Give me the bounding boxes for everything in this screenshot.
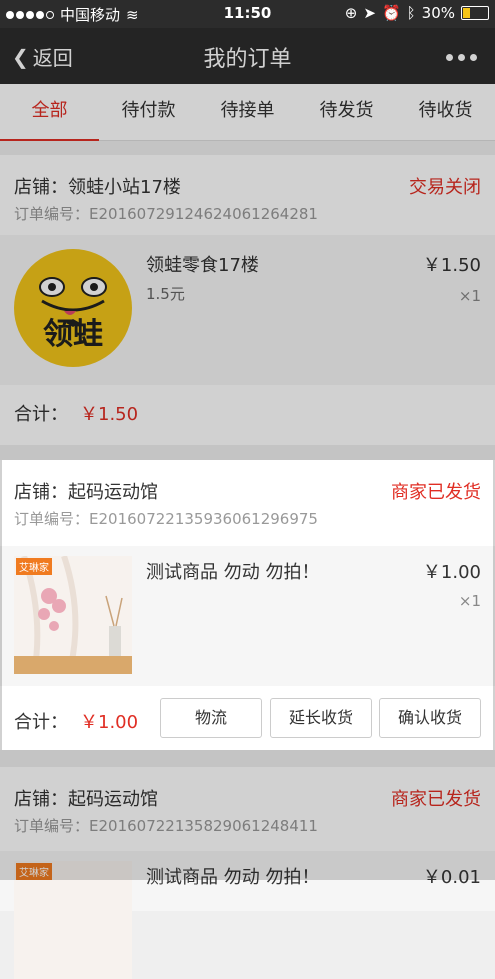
total-label: 合计：	[14, 712, 68, 733]
order-number: 订单编号：E20160722135936061296975	[14, 510, 318, 528]
product-desc: 1.5元	[146, 285, 185, 303]
tab-pending-accept[interactable]: 待接单	[198, 84, 297, 140]
order-number: 订单编号：E20160722135829061248411	[14, 817, 318, 835]
total-amount: ￥1.00	[80, 712, 139, 733]
product-qty: ×1	[458, 287, 481, 305]
order-card[interactable]: 店铺：领蛙小站17楼 交易关闭 订单编号：E201607291246240612…	[0, 155, 495, 445]
confirm-receipt-button[interactable]: 确认收货	[379, 698, 481, 738]
shop-name: 店铺：起码运动馆	[14, 482, 158, 503]
tab-unpaid[interactable]: 待付款	[99, 84, 198, 140]
order-number: 订单编号：E20160729124624061264281	[14, 205, 318, 223]
product-name: 测试商品 勿动 勿拍！	[146, 562, 320, 583]
tab-pending-ship[interactable]: 待发货	[297, 84, 396, 140]
total-amount: ￥1.50	[80, 404, 139, 425]
product-name: 领蛙零食17楼	[146, 255, 259, 276]
product-name: 测试商品 勿动 勿拍！	[146, 867, 320, 888]
product-image: 领蛙	[14, 249, 132, 367]
rotation-lock-icon: ⊕	[344, 4, 358, 22]
total-label: 合计：	[14, 404, 68, 425]
product-price: ￥0.01	[422, 867, 481, 888]
battery-icon	[461, 6, 489, 20]
battery-percent: 30%	[421, 4, 455, 22]
tab-pending-receive[interactable]: 待收货	[396, 84, 495, 140]
order-total: 合计： ￥1.00	[14, 708, 138, 734]
bluetooth-icon: ᛒ	[406, 4, 416, 22]
shop-name: 店铺：领蛙小站17楼	[14, 177, 181, 198]
product-image: 艾琳家	[14, 555, 132, 675]
order-tabs: 全部 待付款 待接单 待发货 待收货	[0, 84, 495, 141]
brand-badge: 艾琳家	[16, 863, 52, 880]
logistics-button[interactable]: 物流	[160, 698, 262, 738]
location-icon: ➤	[363, 4, 376, 22]
brand-badge: 艾琳家	[16, 558, 52, 575]
extend-receipt-button[interactable]: 延长收货	[270, 698, 372, 738]
tab-all[interactable]: 全部	[0, 84, 99, 141]
page-title: 我的订单	[203, 47, 292, 72]
product-qty: ×1	[458, 592, 481, 610]
order-card[interactable]: 店铺：起码运动馆 商家已发货 订单编号：E2016072213593606129…	[0, 460, 495, 750]
product-image: 艾琳家	[14, 861, 132, 979]
order-status: 交易关闭	[409, 177, 481, 198]
product-price: ￥1.00	[422, 562, 481, 583]
product-price: ￥1.50	[422, 255, 481, 276]
order-status: 商家已发货	[391, 789, 481, 810]
order-status: 商家已发货	[391, 482, 481, 503]
nav-bar: ❮ 返回 我的订单	[0, 28, 495, 84]
alarm-icon: ⏰	[381, 4, 401, 22]
order-card[interactable]: 店铺：起码运动馆 商家已发货 订单编号：E2016072213582906124…	[0, 767, 495, 979]
shop-name: 店铺：起码运动馆	[14, 789, 158, 810]
more-icon[interactable]	[446, 54, 477, 61]
order-item[interactable]: 艾琳家 测试商品 勿动 勿拍！ ￥1.00 ×1	[0, 546, 495, 686]
logo-text: 领蛙	[43, 317, 103, 352]
order-total: 合计： ￥1.50	[14, 400, 138, 426]
order-item[interactable]: 领蛙 领蛙零食17楼 1.5元 ￥1.50 ×1	[0, 235, 495, 385]
status-bar: 中国移动 ≋ 11:50 ⊕ ➤ ⏰ ᛒ 30%	[0, 0, 495, 28]
order-item[interactable]: 艾琳家 测试商品 勿动 勿拍！ ￥0.01	[0, 851, 495, 979]
frog-logo: 领蛙	[14, 249, 132, 367]
